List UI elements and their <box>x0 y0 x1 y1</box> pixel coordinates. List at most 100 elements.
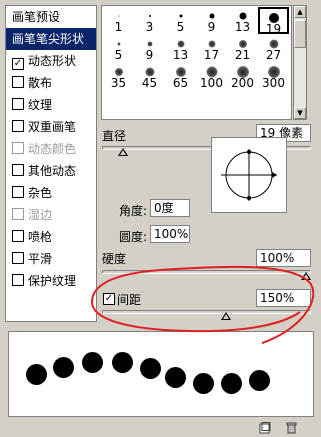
brush-preset-5[interactable]: 5 <box>103 35 134 62</box>
brush-tip-icon <box>114 68 123 76</box>
brush-size-label: 5 <box>176 20 185 34</box>
settings-item-9[interactable]: 湿边 <box>6 204 96 226</box>
stroke-dot <box>112 352 133 373</box>
hardness-label: 硬度 <box>102 252 127 266</box>
brush-preset-100[interactable]: 100 <box>196 63 227 90</box>
settings-item-label: 双重画笔 <box>28 120 77 134</box>
brush-preset-300[interactable]: 300 <box>258 63 289 90</box>
angle-field[interactable]: 0度 <box>150 199 190 217</box>
brush-size-label: 35 <box>110 76 127 90</box>
brush-tip-icon <box>179 14 182 18</box>
settings-item-label: 纹理 <box>28 98 53 112</box>
brush-preset-13[interactable]: 13 <box>227 7 258 34</box>
settings-item-3[interactable]: 散布 <box>6 72 96 94</box>
stroke-dot <box>26 364 47 385</box>
settings-item-checkbox[interactable]: ✓ <box>12 58 24 70</box>
hardness-field[interactable]: 100% <box>256 249 311 267</box>
angle-roundness-widget[interactable] <box>211 137 287 213</box>
brush-size-label: 21 <box>234 48 251 62</box>
brush-size-label: 27 <box>265 48 282 62</box>
panel-bottom-bar <box>0 420 321 437</box>
brush-size-label: 13 <box>234 20 251 34</box>
new-preset-icon[interactable] <box>258 422 271 434</box>
settings-item-checkbox[interactable] <box>12 142 24 154</box>
settings-item-label: 保护纹理 <box>28 274 77 288</box>
settings-item-label: 散布 <box>28 76 53 90</box>
settings-item-checkbox[interactable] <box>12 98 24 110</box>
brush-tip-icon <box>148 15 151 17</box>
settings-item-2[interactable]: ✓ 动态形状 <box>6 50 96 72</box>
settings-item-label: 湿边 <box>28 208 53 222</box>
brush-tip-icon <box>177 40 184 48</box>
settings-item-12[interactable]: 保护纹理 <box>6 270 96 292</box>
brush-tip-icon <box>147 41 152 47</box>
brush-panel: 画笔预设画笔笔尖形状 ✓ 动态形状散布纹理双重画笔动态颜色 其他动态 杂色湿边喷枪平滑保… <box>0 0 321 437</box>
settings-item-label: 画笔笔尖形状 <box>12 32 85 46</box>
settings-item-10[interactable]: 喷枪 <box>6 226 96 248</box>
brush-preset-45[interactable]: 45 <box>134 63 165 90</box>
brush-preset-27[interactable]: 27 <box>258 35 289 62</box>
brush-preset-19[interactable]: 19 <box>258 7 289 36</box>
brush-preset-5[interactable]: 5 <box>165 7 196 34</box>
settings-item-checkbox[interactable] <box>12 252 24 264</box>
settings-item-checkbox[interactable] <box>12 274 24 286</box>
scroll-up-button[interactable]: ▲ <box>294 6 306 18</box>
settings-item-checkbox[interactable] <box>12 186 24 198</box>
brush-size-label: 9 <box>207 20 216 34</box>
brush-preset-9[interactable]: 9 <box>196 7 227 34</box>
brush-settings-list: 画笔预设画笔笔尖形状 ✓ 动态形状散布纹理双重画笔动态颜色 其他动态 杂色湿边喷枪平滑保… <box>5 5 97 322</box>
brush-size-label: 65 <box>172 76 189 90</box>
stroke-dot <box>221 373 242 394</box>
spacing-checkbox[interactable]: ✓ <box>103 293 115 305</box>
roundness-label: 圆度: <box>119 230 148 244</box>
settings-item-checkbox[interactable] <box>12 230 24 242</box>
scroll-thumb[interactable] <box>294 20 306 48</box>
spacing-slider-track[interactable] <box>102 310 311 314</box>
brush-size-label: 45 <box>141 76 158 90</box>
brush-preset-35[interactable]: 35 <box>103 63 134 90</box>
roundness-field[interactable]: 100% <box>150 225 190 243</box>
stroke-dot <box>193 373 214 394</box>
brush-preset-9[interactable]: 9 <box>134 35 165 62</box>
angle-label: 角度: <box>119 204 148 218</box>
stroke-dot <box>140 358 161 379</box>
settings-item-8[interactable]: 杂色 <box>6 182 96 204</box>
settings-item-7[interactable]: 其他动态 <box>6 160 96 182</box>
hardness-slider-thumb[interactable] <box>301 272 311 280</box>
brush-size-label: 200 <box>231 76 254 90</box>
brush-preset-21[interactable]: 21 <box>227 35 258 62</box>
angle-circle-icon <box>221 149 277 201</box>
settings-item-5[interactable]: 双重画笔 <box>6 116 96 138</box>
brush-preset-13[interactable]: 13 <box>165 35 196 62</box>
spacing-label: 间距 <box>117 293 142 307</box>
brush-preset-3[interactable]: 3 <box>134 7 165 34</box>
settings-item-0[interactable]: 画笔预设 <box>6 6 96 28</box>
settings-item-4[interactable]: 纹理 <box>6 94 96 116</box>
stroke-dot <box>249 370 270 391</box>
brush-grid-scrollbar[interactable]: ▲ ▼ <box>293 5 307 120</box>
brush-preset-1[interactable]: 1 <box>103 7 134 34</box>
settings-item-1[interactable]: 画笔笔尖形状 <box>6 28 96 50</box>
settings-item-checkbox[interactable] <box>12 208 24 220</box>
brush-size-label: 300 <box>262 76 285 90</box>
scroll-down-button[interactable]: ▼ <box>294 107 306 119</box>
hardness-slider-track[interactable] <box>102 270 311 274</box>
brush-size-label: 9 <box>145 48 154 62</box>
brush-tip-icon <box>118 15 119 17</box>
trash-icon[interactable] <box>285 422 298 434</box>
settings-item-11[interactable]: 平滑 <box>6 248 96 270</box>
brush-tip-icon <box>209 13 214 19</box>
brush-preset-17[interactable]: 17 <box>196 35 227 62</box>
brush-size-label: 3 <box>145 20 154 34</box>
diameter-slider-thumb[interactable] <box>117 148 128 156</box>
brush-size-label: 13 <box>172 48 189 62</box>
settings-item-checkbox[interactable] <box>12 76 24 88</box>
brush-preset-65[interactable]: 65 <box>165 63 196 90</box>
spacing-field[interactable]: 150% <box>256 289 311 307</box>
settings-item-label: 平滑 <box>28 252 53 266</box>
settings-item-6[interactable]: 动态颜色 <box>6 138 96 160</box>
settings-item-checkbox[interactable] <box>12 164 24 176</box>
brush-preset-200[interactable]: 200 <box>227 63 258 90</box>
settings-item-checkbox[interactable] <box>12 120 24 132</box>
spacing-slider-thumb[interactable] <box>221 312 232 320</box>
